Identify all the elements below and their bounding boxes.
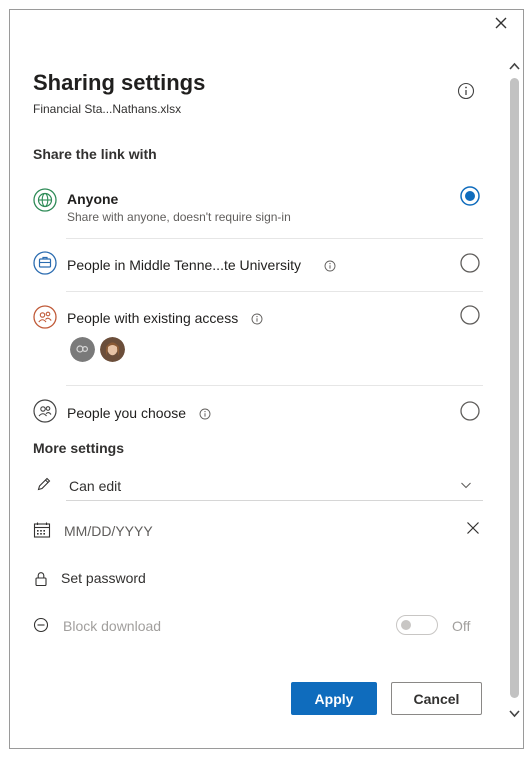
- building-icon: [33, 251, 57, 275]
- more-settings-heading: More settings: [33, 440, 125, 456]
- divider: [66, 291, 483, 292]
- block-icon: [33, 617, 49, 633]
- file-name: Financial Sta...Nathans.xlsx: [33, 102, 182, 116]
- divider: [66, 385, 483, 386]
- permission-value: Can edit: [69, 478, 122, 494]
- option-anyone-description: Share with anyone, doesn't require sign-…: [67, 210, 291, 224]
- info-icon[interactable]: [199, 408, 211, 420]
- divider: [66, 500, 483, 501]
- scrollbar[interactable]: [508, 60, 521, 720]
- toggle-state-label: Off: [452, 618, 471, 634]
- info-icon[interactable]: [251, 313, 263, 325]
- option-existing-access-label: People with existing access: [67, 310, 239, 326]
- radio-anyone-selected[interactable]: [460, 186, 480, 206]
- user-avatar[interactable]: [100, 337, 125, 362]
- option-anyone-label: Anyone: [67, 191, 119, 207]
- info-icon[interactable]: [324, 260, 336, 272]
- divider: [66, 238, 483, 239]
- group-avatar[interactable]: [70, 337, 95, 362]
- toggle-knob: [401, 620, 411, 630]
- people-group-icon: [33, 305, 57, 329]
- option-people-you-choose-label: People you choose: [67, 405, 187, 421]
- option-existing-access[interactable]: People with existing access: [33, 304, 483, 364]
- info-icon[interactable]: [457, 82, 475, 100]
- radio-people-you-choose[interactable]: [460, 401, 480, 421]
- chevron-down-icon[interactable]: [459, 478, 473, 492]
- lock-icon: [35, 572, 47, 587]
- permission-dropdown[interactable]: Can edit: [33, 472, 483, 500]
- close-icon[interactable]: [492, 14, 510, 32]
- option-anyone[interactable]: Anyone Share with anyone, doesn't requir…: [33, 185, 483, 227]
- set-password-label: Set password: [61, 570, 146, 586]
- clear-icon[interactable]: [465, 520, 481, 536]
- option-organization[interactable]: People in Middle Tenne...te University: [33, 251, 483, 279]
- option-people-you-choose[interactable]: People you choose: [33, 398, 483, 426]
- globe-icon: [33, 188, 57, 212]
- radio-organization[interactable]: [460, 253, 480, 273]
- calendar-icon: [33, 522, 51, 538]
- people-choose-icon: [33, 399, 57, 423]
- expiration-date-field[interactable]: MM/DD/YYYY: [33, 516, 483, 544]
- set-password-field[interactable]: Set password: [33, 566, 483, 592]
- radio-existing-access[interactable]: [460, 305, 480, 325]
- block-download-toggle[interactable]: [396, 615, 438, 635]
- apply-button[interactable]: Apply: [291, 682, 377, 715]
- option-organization-label: People in Middle Tenne...te University: [67, 257, 301, 273]
- date-placeholder: MM/DD/YYYY: [64, 523, 153, 539]
- share-link-heading: Share the link with: [33, 146, 157, 162]
- cancel-button[interactable]: Cancel: [391, 682, 482, 715]
- dialog-title: Sharing settings: [33, 70, 206, 95]
- pencil-icon: [37, 477, 51, 491]
- block-download-label: Block download: [63, 618, 162, 634]
